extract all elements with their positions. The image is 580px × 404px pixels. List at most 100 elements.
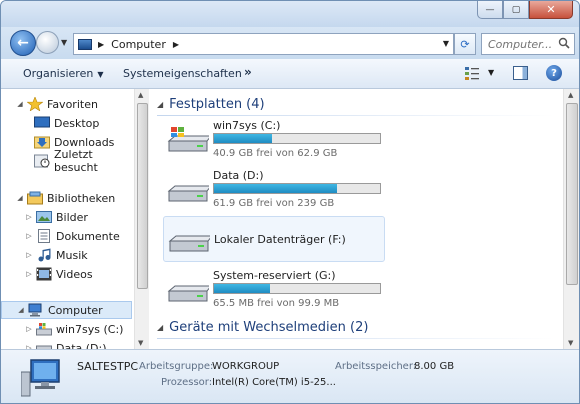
close-button[interactable]: ✕ xyxy=(529,1,573,19)
computer-icon xyxy=(28,303,42,317)
search-box[interactable] xyxy=(481,33,575,55)
breadcrumb-separator-icon[interactable]: ▶ xyxy=(98,40,104,49)
sidebar-item-documents[interactable]: ▷ Dokumente xyxy=(1,227,132,245)
scrollbar-thumb[interactable] xyxy=(566,103,578,285)
help-icon: ? xyxy=(551,67,557,79)
back-arrow-icon: ← xyxy=(17,35,29,51)
scroll-down-icon[interactable]: ▼ xyxy=(138,339,143,347)
sidebar-item-videos[interactable]: ▷ Videos xyxy=(1,265,132,283)
breadcrumb-computer[interactable]: Computer xyxy=(111,38,166,51)
caption-buttons: — ▢ ✕ xyxy=(477,1,573,19)
group-title: Festplatten (4) xyxy=(169,96,265,112)
drive-tile-d[interactable]: Data (D:) 61.9 GB frei von 239 GB xyxy=(163,167,385,213)
sidebar-item-label: Downloads xyxy=(54,135,115,149)
expand-arrow-icon[interactable]: ▷ xyxy=(24,251,34,259)
memory-value: 8.00 GB xyxy=(414,361,455,372)
collapse-arrow-icon[interactable]: ◢ xyxy=(157,323,163,332)
pictures-icon xyxy=(36,211,52,223)
collapse-arrow-icon[interactable]: ◢ xyxy=(157,100,163,109)
drive-usage-bar xyxy=(213,283,381,294)
help-button[interactable]: ? xyxy=(546,65,562,81)
sidebar-item-label: Dokumente xyxy=(56,229,120,243)
command-bar: Organisieren ▼ Systemeigenschaften » ▼ ? xyxy=(1,59,579,89)
navigation-pane-scrollbar[interactable]: ▲ ▼ xyxy=(134,89,149,349)
scroll-down-icon[interactable]: ▼ xyxy=(568,339,573,347)
sidebar-item-favorites[interactable]: ◢ Favoriten xyxy=(1,95,132,113)
back-button[interactable]: ← xyxy=(10,30,36,56)
maximize-button[interactable]: ▢ xyxy=(503,1,529,19)
scroll-up-icon[interactable]: ▲ xyxy=(138,91,143,99)
drive-usage-fill xyxy=(214,184,337,193)
workgroup-value: WORKGROUP xyxy=(212,361,280,372)
drive-free-space: 65.5 MB frei von 99.9 MB xyxy=(213,298,340,309)
sidebar-item-label: Videos xyxy=(56,267,93,281)
content-scrollbar[interactable]: ▲ ▼ xyxy=(563,89,579,349)
sidebar-item-label: win7sys (C:) xyxy=(56,322,124,336)
group-title: Geräte mit Wechselmedien (2) xyxy=(169,319,369,335)
more-commands-button[interactable]: » xyxy=(244,65,252,79)
star-icon xyxy=(27,97,43,111)
search-input[interactable] xyxy=(488,37,560,51)
drive-tile-g[interactable]: System-reserviert (G:) 65.5 MB frei von … xyxy=(163,267,385,313)
sidebar-item-libraries[interactable]: ◢ Bibliotheken xyxy=(1,189,132,207)
system-properties-button[interactable]: Systemeigenschaften xyxy=(123,67,242,80)
expand-arrow-icon[interactable]: ▷ xyxy=(24,213,34,221)
sidebar-item-label: Musik xyxy=(56,248,88,262)
expand-arrow-icon[interactable]: ▷ xyxy=(24,270,34,278)
computer-icon xyxy=(21,359,60,397)
scrollbar-thumb[interactable] xyxy=(137,103,148,289)
drive-usage-fill xyxy=(214,284,271,293)
history-dropdown-icon[interactable]: ▼ xyxy=(61,38,67,47)
group-header-hard-disks[interactable]: ◢ Festplatten (4) xyxy=(157,95,555,116)
drive-c-icon xyxy=(36,323,52,336)
forward-button[interactable] xyxy=(36,31,59,54)
drive-name: System-reserviert (G:) xyxy=(213,269,336,282)
computer-icon xyxy=(78,38,92,50)
collapse-arrow-icon[interactable]: ◢ xyxy=(16,306,26,314)
drive-usage-fill xyxy=(214,134,273,143)
sidebar-item-computer[interactable]: ◢ Computer xyxy=(1,301,132,319)
sidebar-item-label: Favoriten xyxy=(47,97,98,111)
organize-label: Organisieren xyxy=(23,67,94,80)
change-view-icon[interactable] xyxy=(465,66,479,80)
navigation-bar: ← ▼ ▶ Computer ▶ ▼ ⟳ xyxy=(1,27,579,59)
address-dropdown-icon[interactable]: ▼ xyxy=(443,39,449,48)
computer-name: SALTESTPC xyxy=(77,360,139,373)
group-header-removable[interactable]: ◢ Geräte mit Wechselmedien (2) xyxy=(157,318,555,339)
drive-name: Data (D:) xyxy=(213,169,264,182)
address-bar[interactable]: ▶ Computer ▶ ▼ xyxy=(73,33,454,55)
refresh-icon: ⟳ xyxy=(460,37,470,51)
organize-button[interactable]: Organisieren ▼ xyxy=(23,67,103,80)
sidebar-item-desktop[interactable]: Desktop xyxy=(1,114,132,132)
drive-tile-c[interactable]: win7sys (C:) 40.9 GB frei von 62.9 GB xyxy=(163,117,385,163)
explorer-window: — ▢ ✕ ← ▼ ▶ Computer ▶ ▼ ⟳ Computer... O… xyxy=(0,0,580,404)
refresh-button[interactable]: ⟳ xyxy=(454,33,476,55)
collapse-arrow-icon[interactable]: ◢ xyxy=(15,194,25,202)
title-bar[interactable]: — ▢ ✕ xyxy=(1,1,579,27)
expand-arrow-icon[interactable]: ▷ xyxy=(24,232,34,240)
sidebar-item-recent[interactable]: Zuletzt besucht xyxy=(1,148,132,174)
view-dropdown-icon[interactable]: ▼ xyxy=(488,68,494,77)
hard-drive-icon xyxy=(167,185,209,202)
videos-icon xyxy=(36,267,52,281)
drive-name: Lokaler Datenträger (F:) xyxy=(214,233,346,246)
scroll-up-icon[interactable]: ▲ xyxy=(568,91,573,99)
drive-tile-f[interactable]: Lokaler Datenträger (F:) xyxy=(163,216,385,262)
sidebar-item-music[interactable]: ▷ Musik xyxy=(1,246,132,264)
sidebar-item-drive-c[interactable]: ▷ win7sys (C:) xyxy=(1,320,132,338)
collapse-arrow-icon[interactable]: ◢ xyxy=(15,100,25,108)
sidebar-item-label: Desktop xyxy=(54,116,100,130)
details-pane: SALTESTPC Arbeitsgruppe: WORKGROUP Arbei… xyxy=(1,349,579,403)
breadcrumb-separator-icon[interactable]: ▶ xyxy=(173,40,179,49)
memory-label: Arbeitsspeicher: xyxy=(335,361,417,372)
hard-drive-icon xyxy=(167,285,209,302)
music-icon xyxy=(38,248,51,262)
processor-label: Prozessor: xyxy=(161,377,213,388)
search-icon xyxy=(558,37,570,49)
expand-arrow-icon[interactable]: ▷ xyxy=(24,325,34,333)
preview-pane-button[interactable] xyxy=(513,66,528,80)
minimize-button[interactable]: — xyxy=(477,1,503,19)
group-divider xyxy=(157,115,555,116)
sidebar-item-pictures[interactable]: ▷ Bilder xyxy=(1,208,132,226)
drive-free-space: 40.9 GB frei von 62.9 GB xyxy=(213,148,338,159)
